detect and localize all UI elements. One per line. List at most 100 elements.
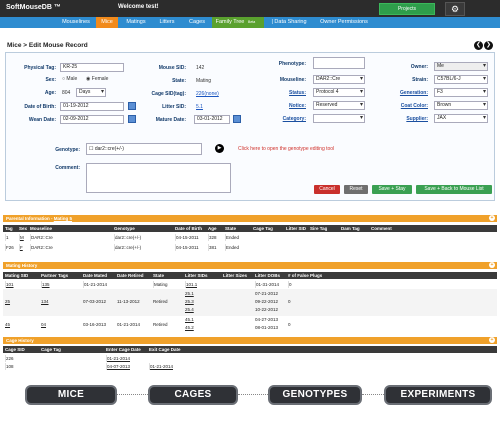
- expand-icon[interactable]: +: [489, 337, 495, 343]
- litter-sid-link[interactable]: 5.1: [196, 104, 203, 110]
- notice-label[interactable]: Notice:: [246, 103, 306, 109]
- mating-history-header[interactable]: Mating History +: [3, 262, 497, 269]
- page-title: Mice > Edit Mouse Record: [7, 42, 88, 49]
- status-select[interactable]: Protocol 4: [313, 88, 365, 97]
- cell[interactable]: 45.1: [185, 317, 194, 322]
- connector: [238, 394, 268, 395]
- col-litter-dobs: Litter DOBs: [255, 273, 281, 278]
- cell[interactable]: 101.1: [185, 281, 197, 288]
- supplier-select[interactable]: JAX: [434, 114, 488, 123]
- gear-icon[interactable]: ⚙: [445, 2, 465, 16]
- mature-date-input[interactable]: 03-01-2012: [194, 115, 230, 124]
- cell: 04-27-2013: [255, 317, 279, 322]
- nav-owner-permissions[interactable]: Owner Permissions: [316, 17, 372, 28]
- table-row[interactable]: F26 F DAR2::Cre dar2::cre(+/-) 04-15-201…: [3, 244, 497, 251]
- cage-sid-link[interactable]: 226(none): [196, 91, 219, 97]
- cage-history-header[interactable]: Cage History +: [3, 337, 497, 344]
- table-row[interactable]: 1 M DAR2::Cre dar2::cre(+/-) 04-15-2011 …: [3, 234, 497, 241]
- col-age: Age: [208, 226, 217, 231]
- table-row[interactable]: 108 04-07-2013 01-21-2014: [3, 363, 497, 370]
- cell: dar2::cre(+/-): [114, 244, 142, 251]
- cell: 108: [5, 363, 14, 370]
- cell[interactable]: 45.2: [185, 325, 194, 330]
- generation-select[interactable]: F3: [434, 88, 488, 97]
- genotype-hint[interactable]: Click here to open the genotype editing …: [238, 146, 334, 152]
- nav-family-tree[interactable]: Family Tree: [212, 17, 248, 28]
- table-row[interactable]: 226 01-21-2014: [3, 355, 497, 362]
- cancel-button[interactable]: Cancel: [314, 185, 340, 194]
- sex-female-radio[interactable]: ◉ Female: [86, 76, 108, 82]
- next-record-button[interactable]: ❯: [484, 41, 493, 50]
- cell: Ended: [225, 244, 240, 251]
- generation-label[interactable]: Generation:: [376, 90, 428, 96]
- phenotype-input[interactable]: [313, 57, 365, 69]
- owner-label: Owner:: [410, 64, 428, 70]
- col-partner-tags: Partner Tags: [41, 273, 69, 278]
- notice-select[interactable]: Reserved: [313, 101, 365, 110]
- save-stay-button[interactable]: Save + Stay: [372, 185, 412, 194]
- cell: F: [19, 244, 23, 251]
- owner-select[interactable]: Me: [434, 62, 488, 71]
- mature-date-label: Mature Date:: [155, 117, 186, 123]
- coat-color-select[interactable]: Brown: [434, 101, 488, 110]
- reset-button[interactable]: Reset: [344, 185, 368, 194]
- coat-color-label[interactable]: Coat Color:: [376, 103, 428, 109]
- mating-table-header: Mating SID Partner Tags Date Mated Date …: [3, 272, 497, 279]
- save-back-button[interactable]: Save + Back to Mouse List: [416, 185, 492, 194]
- col-genotype: Genotype: [114, 226, 135, 231]
- cell[interactable]: 45: [5, 322, 10, 327]
- status-label[interactable]: Status:: [246, 90, 306, 96]
- age-unit-select[interactable]: Days: [76, 88, 106, 97]
- state-value: Mating: [196, 78, 212, 84]
- nav-litters[interactable]: Litters: [153, 17, 181, 28]
- physical-tag-input[interactable]: KR-25: [60, 63, 124, 72]
- cell: 01-21-2014: [149, 363, 174, 370]
- cell: 0: [288, 299, 291, 304]
- physical-tag-label: Physical Tag:: [24, 65, 56, 71]
- nav-data-sharing[interactable]: | Data Sharing: [266, 17, 312, 28]
- sex-male-radio[interactable]: ○ Male: [62, 76, 77, 82]
- parental-info-header[interactable]: Parental Information - Mating 5 +: [3, 215, 497, 222]
- cell[interactable]: 101: [5, 281, 14, 288]
- play-icon[interactable]: ▶: [215, 144, 224, 153]
- cell: Retired: [153, 299, 168, 304]
- expand-icon[interactable]: +: [489, 215, 495, 221]
- cell: 10-22-2012: [255, 307, 279, 312]
- cell[interactable]: 25.4: [185, 307, 194, 312]
- mouse-sid-value: 142: [196, 65, 205, 71]
- mature-calendar-icon[interactable]: [233, 115, 241, 123]
- expand-icon[interactable]: +: [489, 262, 495, 268]
- nav-cages[interactable]: Cages: [183, 17, 211, 28]
- comment-textarea[interactable]: [86, 163, 231, 193]
- cell: Mating: [153, 281, 168, 288]
- cell[interactable]: 25.3: [185, 299, 194, 304]
- cell: 01-21-2014: [106, 355, 131, 362]
- cell[interactable]: 135: [41, 281, 50, 288]
- nav-matings[interactable]: Matings: [120, 17, 152, 28]
- table-row[interactable]: 45 04 03-16-2013 01-21-2014 Retired 45.1…: [3, 316, 497, 333]
- category-label[interactable]: Category:: [246, 116, 306, 122]
- projects-button[interactable]: Projects: [379, 3, 435, 15]
- nav-mice[interactable]: Mice: [96, 17, 118, 28]
- table-row[interactable]: 25 134 07-03-2012 11-13-2012 Retired 25.…: [3, 289, 497, 316]
- previous-record-button[interactable]: ❮: [474, 41, 483, 50]
- wean-date-input[interactable]: 02-09-2012: [60, 115, 124, 124]
- cell: 07-03-2012: [83, 299, 107, 304]
- table-row[interactable]: 101 135 01-21-2014 Mating 101.1 01-31-20…: [3, 281, 497, 288]
- experiments-pill: EXPERIMENTS: [384, 385, 492, 405]
- cell[interactable]: 25: [5, 299, 10, 304]
- cell[interactable]: 134: [41, 299, 49, 304]
- nav-mouselines[interactable]: Mouselines: [57, 17, 95, 28]
- strain-select[interactable]: C57BL/6-J: [434, 75, 488, 84]
- cell: Ended: [225, 234, 240, 241]
- supplier-label[interactable]: Supplier:: [376, 116, 428, 122]
- dob-input[interactable]: 01-19-2012: [60, 102, 124, 111]
- cell: M: [19, 234, 24, 241]
- category-select[interactable]: [313, 114, 365, 123]
- cell: 01-21-2014: [83, 281, 108, 288]
- genotype-field[interactable]: ☐ dar2::cre(+/-): [86, 143, 202, 155]
- cell[interactable]: 25.1: [185, 291, 194, 296]
- cell[interactable]: 04: [41, 322, 46, 327]
- mouseline-select[interactable]: DAR2::Cre: [313, 75, 365, 84]
- mating-link[interactable]: Mating 5: [54, 216, 72, 221]
